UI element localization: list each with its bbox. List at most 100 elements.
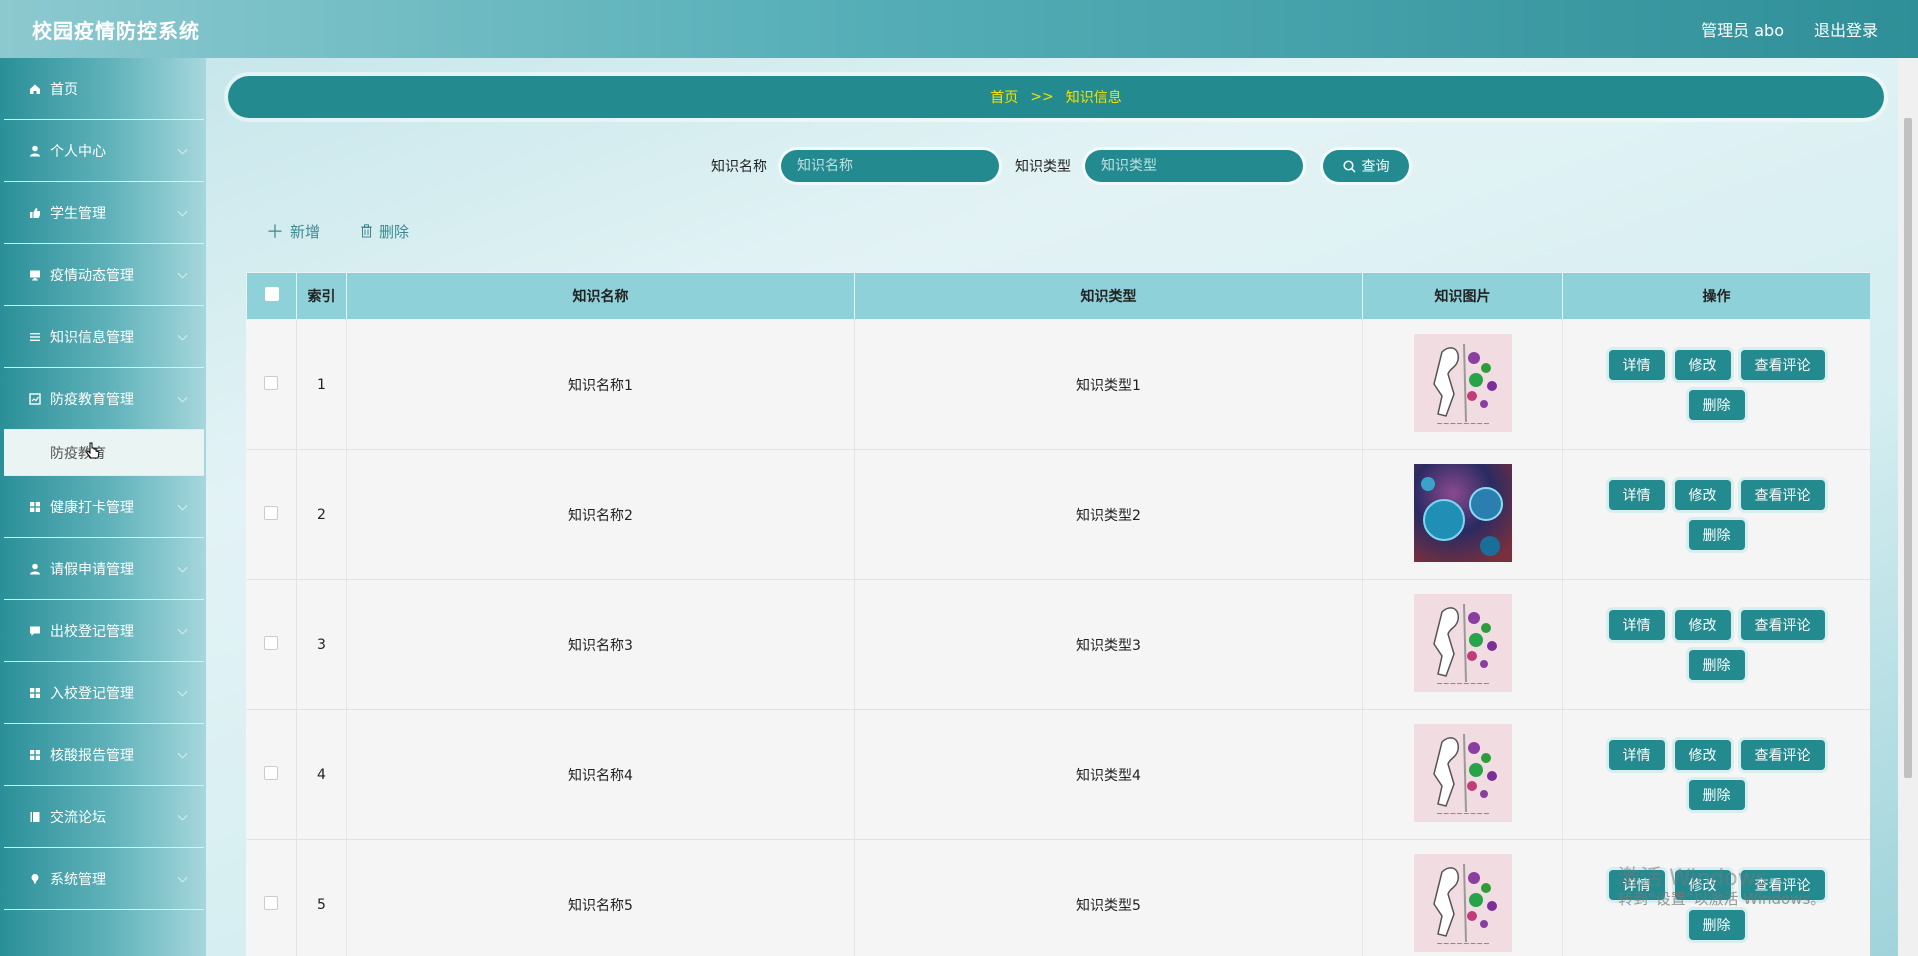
- chevron-down-icon: [177, 392, 188, 403]
- knowledge-thumbnail[interactable]: [1413, 463, 1512, 562]
- delete-button[interactable]: 删除: [360, 218, 409, 244]
- sidebar-item-label: 入校登记管理: [50, 685, 134, 702]
- search-button[interactable]: 查询: [1323, 150, 1409, 182]
- delete-button-label: 删除: [379, 222, 410, 241]
- edit-button[interactable]: 修改: [1674, 349, 1731, 380]
- row-image-cell: ~~~~~~~~: [1362, 709, 1563, 840]
- detail-button[interactable]: 详情: [1608, 609, 1665, 640]
- chart-icon: [28, 392, 42, 406]
- detail-button[interactable]: 详情: [1608, 479, 1665, 510]
- page-scrollbar[interactable]: [1898, 58, 1918, 956]
- row-delete-button[interactable]: 删除: [1688, 909, 1745, 940]
- knowledge-table: 索引 知识名称 知识类型 知识图片 操作 1 知识名称1 知识类型1 ~~~~~~~~…: [246, 272, 1870, 956]
- sidebar-item-11[interactable]: 交流论坛: [4, 786, 204, 848]
- svg-text:~~~~~~~~: ~~~~~~~~: [1436, 939, 1490, 948]
- row-delete-button[interactable]: 删除: [1688, 519, 1745, 550]
- add-button[interactable]: ＋ 新增: [266, 218, 320, 244]
- search-icon: [1342, 159, 1356, 173]
- sidebar-item-10[interactable]: 核酸报告管理: [4, 724, 204, 786]
- row-image-cell: ~~~~~~~~: [1362, 579, 1563, 710]
- chevron-down-icon: [177, 562, 188, 573]
- sidebar-item-8[interactable]: 出校登记管理: [4, 600, 204, 662]
- knowledge-thumbnail[interactable]: ~~~~~~~~: [1413, 333, 1512, 432]
- knowledge-thumbnail[interactable]: ~~~~~~~~: [1413, 593, 1512, 692]
- add-button-label: 新增: [290, 222, 321, 241]
- logout-link[interactable]: 退出登录: [1814, 17, 1878, 41]
- scrollbar-thumb[interactable]: [1904, 118, 1912, 778]
- breadcrumb-home[interactable]: 首页: [990, 87, 1018, 107]
- knowledge-thumbnail[interactable]: ~~~~~~~~: [1413, 853, 1512, 952]
- header-name: 知识名称: [346, 272, 855, 320]
- list-icon: [28, 330, 42, 344]
- sidebar-item-1[interactable]: 个人中心: [4, 120, 204, 182]
- row-delete-button[interactable]: 删除: [1688, 779, 1745, 810]
- row-type: 知识类型5: [854, 839, 1363, 956]
- row-index: 3: [296, 579, 347, 710]
- edit-button[interactable]: 修改: [1674, 609, 1731, 640]
- sidebar-item-label: 系统管理: [50, 871, 106, 888]
- view-comments-button[interactable]: 查看评论: [1740, 739, 1825, 770]
- sidebar-item-label: 核酸报告管理: [50, 747, 134, 764]
- sidebar-item-4[interactable]: 知识信息管理: [4, 306, 204, 368]
- sidebar-item-9[interactable]: 入校登记管理: [4, 662, 204, 724]
- detail-button[interactable]: 详情: [1608, 739, 1665, 770]
- view-comments-button[interactable]: 查看评论: [1740, 609, 1825, 640]
- row-type: 知识类型4: [854, 709, 1363, 840]
- type-search-input[interactable]: [1085, 150, 1303, 182]
- row-actions: 详情 修改 查看评论删除: [1562, 579, 1870, 710]
- row-select-cell: [246, 449, 297, 580]
- row-actions: 详情 修改 查看评论删除: [1562, 319, 1870, 450]
- sidebar-item-7[interactable]: 请假申请管理: [4, 538, 204, 600]
- name-search-input[interactable]: [781, 150, 999, 182]
- chevron-down-icon: [177, 144, 188, 155]
- sidebar-item-2[interactable]: 学生管理: [4, 182, 204, 244]
- header-image: 知识图片: [1362, 272, 1563, 320]
- grid-icon: [28, 748, 42, 762]
- sidebar-subitem-education[interactable]: 防疫教育: [4, 430, 204, 476]
- chevron-down-icon: [177, 686, 188, 697]
- row-type: 知识类型3: [854, 579, 1363, 710]
- sidebar-item-3[interactable]: 疫情动态管理: [4, 244, 204, 306]
- header-index: 索引: [296, 272, 347, 320]
- sidebar-item-label: 健康打卡管理: [50, 499, 134, 516]
- row-checkbox[interactable]: [264, 635, 279, 650]
- sidebar-item-label: 学生管理: [50, 205, 106, 222]
- edit-button[interactable]: 修改: [1674, 479, 1731, 510]
- user-icon: [28, 144, 42, 158]
- select-all-checkbox[interactable]: [264, 287, 279, 301]
- row-select-cell: [246, 579, 297, 710]
- row-checkbox[interactable]: [264, 375, 279, 390]
- toolbar: ＋ 新增 删除: [266, 218, 409, 244]
- row-checkbox[interactable]: [264, 895, 279, 910]
- detail-button[interactable]: 详情: [1608, 349, 1665, 380]
- search-button-label: 查询: [1361, 159, 1390, 175]
- row-actions: 详情 修改 查看评论删除: [1562, 709, 1870, 840]
- knowledge-thumbnail[interactable]: ~~~~~~~~: [1413, 723, 1512, 822]
- chevron-down-icon: [177, 206, 188, 217]
- row-delete-button[interactable]: 删除: [1688, 649, 1745, 680]
- row-name: 知识名称2: [346, 449, 855, 580]
- chevron-down-icon: [177, 872, 188, 883]
- row-checkbox[interactable]: [264, 765, 279, 780]
- view-comments-button[interactable]: 查看评论: [1740, 479, 1825, 510]
- breadcrumb: 首页 >> 知识信息: [228, 76, 1884, 118]
- hand-cursor-icon: [86, 442, 100, 459]
- table-row: 2 知识名称2 知识类型2 详情 修改 查看评论 删除: [246, 449, 1870, 580]
- sidebar-item-0[interactable]: 首页: [4, 58, 204, 120]
- select-all-header: [246, 272, 297, 320]
- current-user[interactable]: 管理员 abo: [1701, 17, 1784, 41]
- sidebar-item-5[interactable]: 防疫教育管理: [4, 368, 204, 430]
- user-icon: [28, 562, 42, 576]
- row-name: 知识名称1: [346, 319, 855, 450]
- row-actions: 详情 修改 查看评论删除: [1562, 449, 1870, 580]
- sidebar-item-label: 请假申请管理: [50, 561, 134, 578]
- sidebar-item-6[interactable]: 健康打卡管理: [4, 476, 204, 538]
- row-index: 1: [296, 319, 347, 450]
- chat-icon: [28, 624, 42, 638]
- edit-button[interactable]: 修改: [1674, 739, 1731, 770]
- view-comments-button[interactable]: 查看评论: [1740, 349, 1825, 380]
- row-checkbox[interactable]: [264, 505, 279, 520]
- sidebar-item-12[interactable]: 系统管理: [4, 848, 204, 910]
- sidebar-item-label: 交流论坛: [50, 809, 106, 826]
- row-delete-button[interactable]: 删除: [1688, 389, 1745, 420]
